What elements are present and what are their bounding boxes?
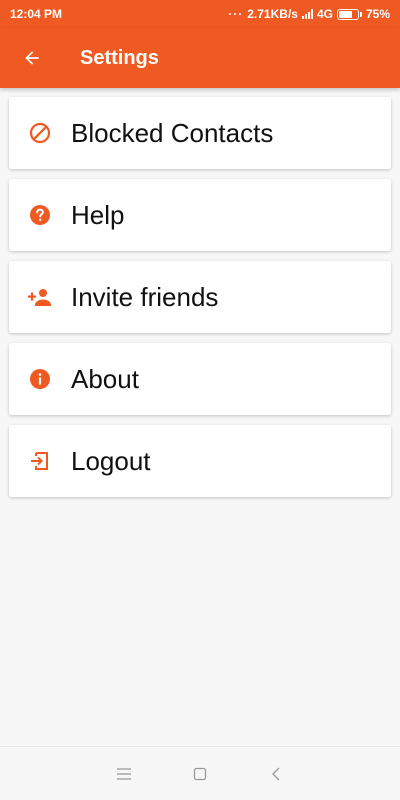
- recent-apps-button[interactable]: [111, 761, 137, 787]
- menu-item-label: About: [71, 363, 139, 394]
- back-icon: [272, 767, 280, 780]
- battery-percent: 75%: [365, 7, 390, 21]
- status-indicators: ··· 2.71KB/s 4G 75%: [228, 7, 390, 21]
- menu-item-label: Invite friends: [71, 281, 219, 312]
- block-icon: [29, 122, 51, 144]
- logout-icon: [31, 452, 48, 470]
- page-title: Settings: [80, 46, 159, 69]
- menu-icon: [117, 767, 131, 780]
- status-bar: 12:04 PM ··· 2.71KB/s 4G 75%: [0, 0, 400, 28]
- info-icon: [30, 369, 50, 389]
- menu-item-logout[interactable]: Logout: [9, 425, 391, 497]
- app-bar: Settings: [0, 28, 400, 88]
- menu-item-label: Help: [71, 199, 125, 230]
- network-speed: 2.71KB/s: [247, 7, 298, 21]
- back-button[interactable]: [0, 28, 64, 88]
- person-add-icon: [28, 289, 51, 306]
- notification-dots-icon: ···: [228, 7, 244, 21]
- signal-icon: [301, 9, 313, 19]
- arrow-back-icon: [25, 51, 39, 65]
- settings-list: Blocked Contacts Help Invite friends Abo…: [9, 97, 391, 507]
- menu-item-help[interactable]: Help: [9, 179, 391, 251]
- system-back-button[interactable]: [263, 761, 289, 787]
- home-button[interactable]: [187, 761, 213, 787]
- menu-item-invite-friends[interactable]: Invite friends: [9, 261, 391, 333]
- menu-item-label: Blocked Contacts: [71, 117, 274, 148]
- system-nav-bar: [0, 746, 400, 800]
- help-icon: [30, 205, 50, 225]
- network-type: 4G: [316, 7, 333, 21]
- menu-item-about[interactable]: About: [9, 343, 391, 415]
- menu-item-label: Logout: [71, 445, 151, 476]
- menu-item-blocked-contacts[interactable]: Blocked Contacts: [9, 97, 391, 169]
- battery-icon: [336, 8, 362, 20]
- status-time: 12:04 PM: [10, 7, 63, 21]
- home-icon: [193, 767, 207, 780]
